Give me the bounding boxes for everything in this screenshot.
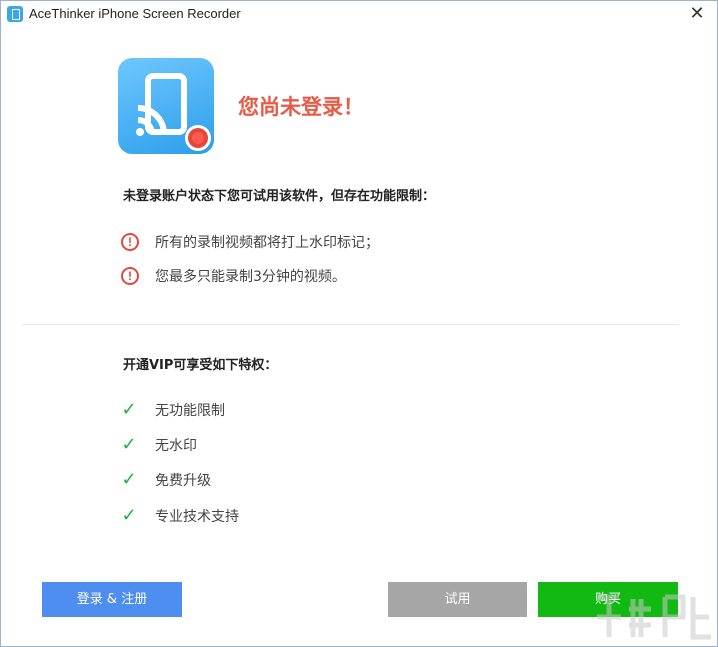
benefit-text: 专业技术支持 bbox=[155, 509, 239, 525]
benefit-text: 免费升级 bbox=[155, 473, 211, 489]
buy-button[interactable]: 购买 bbox=[538, 582, 678, 617]
window-title: AceThinker iPhone Screen Recorder bbox=[29, 6, 241, 21]
limit-item: ! 您最多只能录制3分钟的视频。 bbox=[121, 265, 346, 287]
warning-icon: ! bbox=[121, 233, 139, 251]
vip-benefit-item: ✓ 免费升级 bbox=[120, 469, 211, 491]
section-divider bbox=[22, 324, 679, 325]
close-button[interactable]: ✕ bbox=[677, 1, 717, 27]
dialog-window: AceThinker iPhone Screen Recorder ✕ 您尚未登… bbox=[0, 0, 718, 647]
title-bar: AceThinker iPhone Screen Recorder ✕ bbox=[1, 1, 717, 27]
check-icon: ✓ bbox=[121, 399, 137, 420]
limit-item: ! 所有的录制视频都将打上水印标记； bbox=[121, 231, 379, 253]
check-icon: ✓ bbox=[121, 434, 137, 455]
warning-icon: ! bbox=[121, 267, 139, 285]
not-logged-in-headline: 您尚未登录！ bbox=[238, 95, 364, 119]
check-icon: ✓ bbox=[121, 469, 137, 490]
vip-benefit-item: ✓ 专业技术支持 bbox=[120, 505, 239, 527]
trial-button[interactable]: 试用 bbox=[388, 582, 527, 617]
vip-benefits-title: 开通VIP可享受如下特权： bbox=[123, 358, 278, 373]
limits-title: 未登录账户状态下您可试用该软件，但存在功能限制： bbox=[123, 189, 436, 204]
app-icon bbox=[7, 6, 23, 22]
benefit-text: 无水印 bbox=[155, 438, 197, 454]
limit-text: 您最多只能录制3分钟的视频。 bbox=[155, 269, 346, 285]
phone-cast-record-icon bbox=[118, 58, 214, 154]
login-register-button[interactable]: 登录 & 注册 bbox=[42, 582, 182, 617]
vip-benefit-item: ✓ 无水印 bbox=[120, 434, 197, 456]
benefit-text: 无功能限制 bbox=[155, 403, 225, 419]
limit-text: 所有的录制视频都将打上水印标记； bbox=[155, 235, 379, 251]
check-icon: ✓ bbox=[121, 505, 137, 526]
vip-benefit-item: ✓ 无功能限制 bbox=[120, 399, 225, 421]
